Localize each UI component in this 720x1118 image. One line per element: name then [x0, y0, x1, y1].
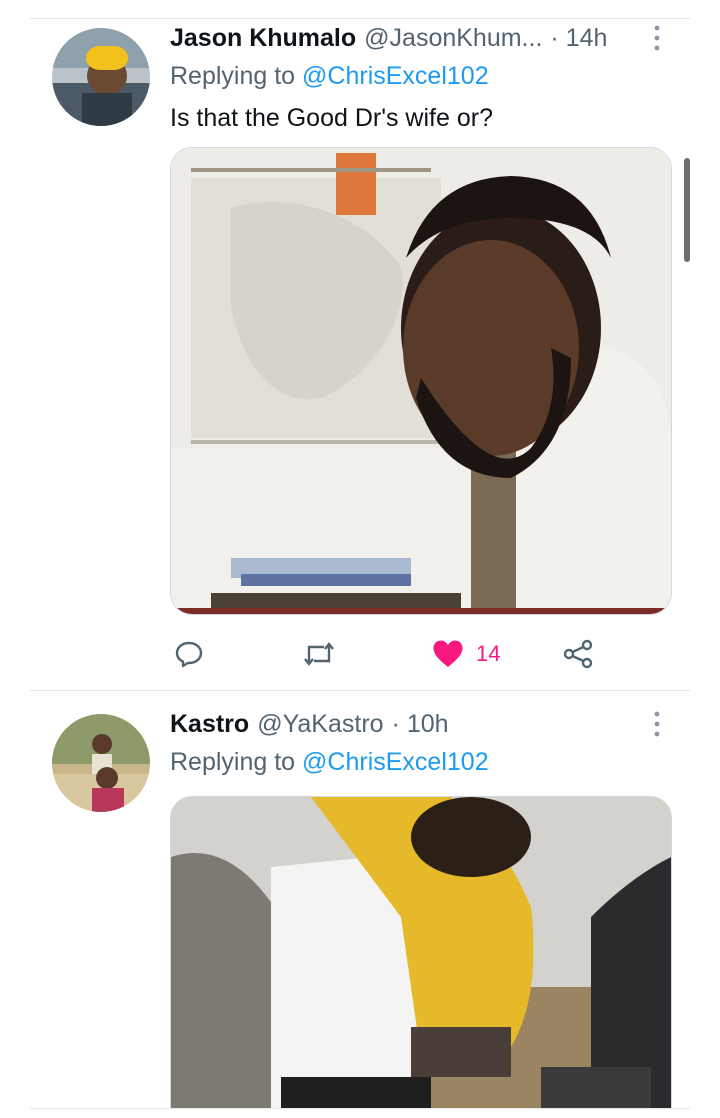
replying-to: Replying to @ChrisExcel102 — [170, 748, 489, 777]
bottom-divider — [30, 1108, 690, 1109]
more-vertical-icon[interactable] — [652, 709, 662, 739]
timestamp[interactable]: · 14h — [550, 24, 607, 53]
tweet-kastro[interactable]: Kastro @YaKastro · 10h Replying to @Chri… — [0, 690, 720, 1118]
author-name[interactable]: Kastro — [170, 710, 249, 739]
tweet-video[interactable] — [170, 796, 672, 1109]
heart-filled-icon — [432, 639, 464, 669]
timestamp[interactable]: · 10h — [392, 710, 449, 739]
author-handle[interactable]: @YaKastro — [257, 710, 383, 739]
share-button[interactable] — [562, 634, 594, 674]
reply-button[interactable] — [174, 634, 204, 674]
replying-mention[interactable]: @ChrisExcel102 — [302, 62, 489, 90]
tweet-header: Kastro @YaKastro · 10h — [170, 706, 660, 742]
retweet-button[interactable] — [302, 634, 336, 674]
replying-to: Replying to @ChrisExcel102 — [170, 62, 489, 91]
replying-mention[interactable]: @ChrisExcel102 — [302, 748, 489, 776]
share-icon — [562, 639, 594, 669]
tweet-text: Is that the Good Dr's wife or? — [170, 104, 493, 132]
reply-icon — [174, 639, 204, 669]
tweet-header: Jason Khumalo @JasonKhum... · 14h — [170, 20, 660, 56]
avatar[interactable] — [52, 714, 150, 812]
like-count: 14 — [476, 641, 501, 666]
tweet-photo[interactable] — [170, 147, 672, 615]
author-name[interactable]: Jason Khumalo — [170, 24, 356, 53]
replying-prefix: Replying to — [170, 62, 303, 90]
like-button[interactable]: 14 — [432, 634, 500, 674]
retweet-icon — [302, 639, 336, 669]
more-vertical-icon[interactable] — [652, 23, 662, 53]
replying-prefix: Replying to — [170, 748, 303, 776]
scrollbar[interactable] — [684, 158, 690, 262]
author-handle[interactable]: @JasonKhum... — [364, 24, 542, 53]
tweet-actions: 14 — [170, 634, 630, 674]
avatar[interactable] — [52, 28, 150, 126]
tweet-jason[interactable]: Jason Khumalo @JasonKhum... · 14h Replyi… — [0, 0, 720, 690]
